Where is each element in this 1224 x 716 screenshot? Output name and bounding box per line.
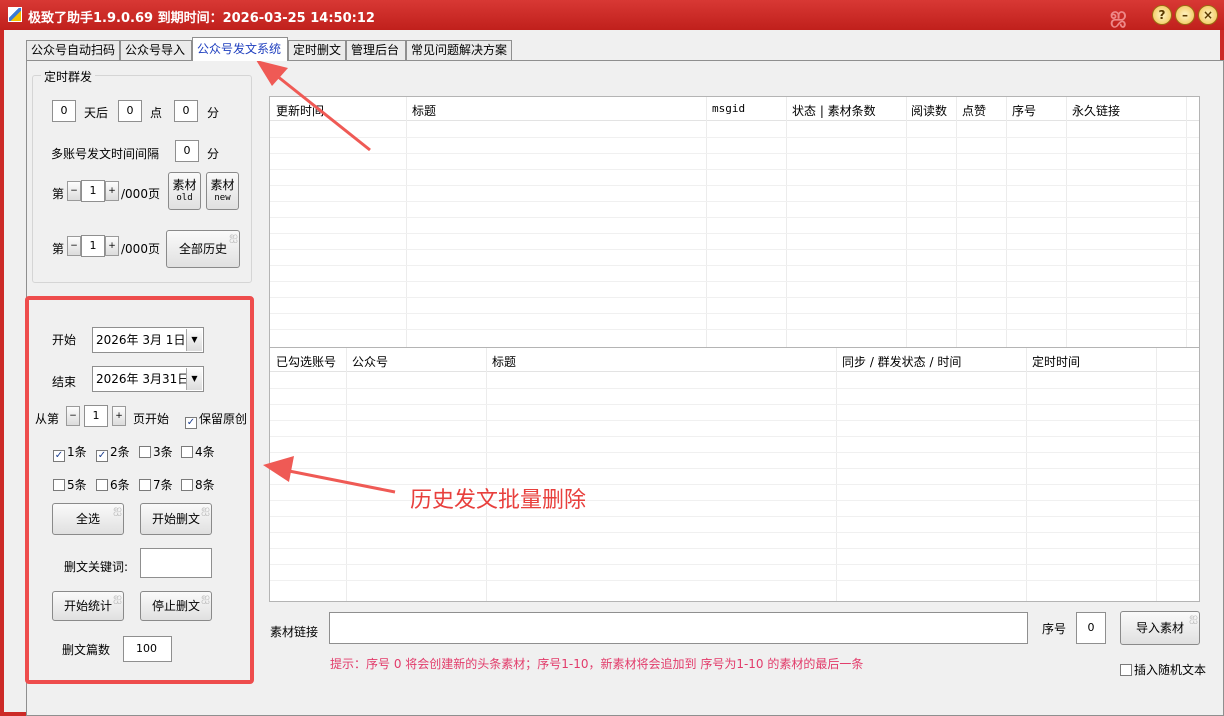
app-window: 极致了助手1.9.0.69 到期时间：2026-03-25 14:50:12 ஜ…	[0, 0, 1224, 716]
annotation-arrows	[256, 60, 396, 494]
arrow-head-icon	[263, 456, 294, 482]
arrow-to-panel-icon	[283, 468, 396, 494]
arrow-to-tab-icon	[271, 70, 371, 152]
tab-publish-system[interactable]: 公众号发文系统	[192, 37, 288, 61]
